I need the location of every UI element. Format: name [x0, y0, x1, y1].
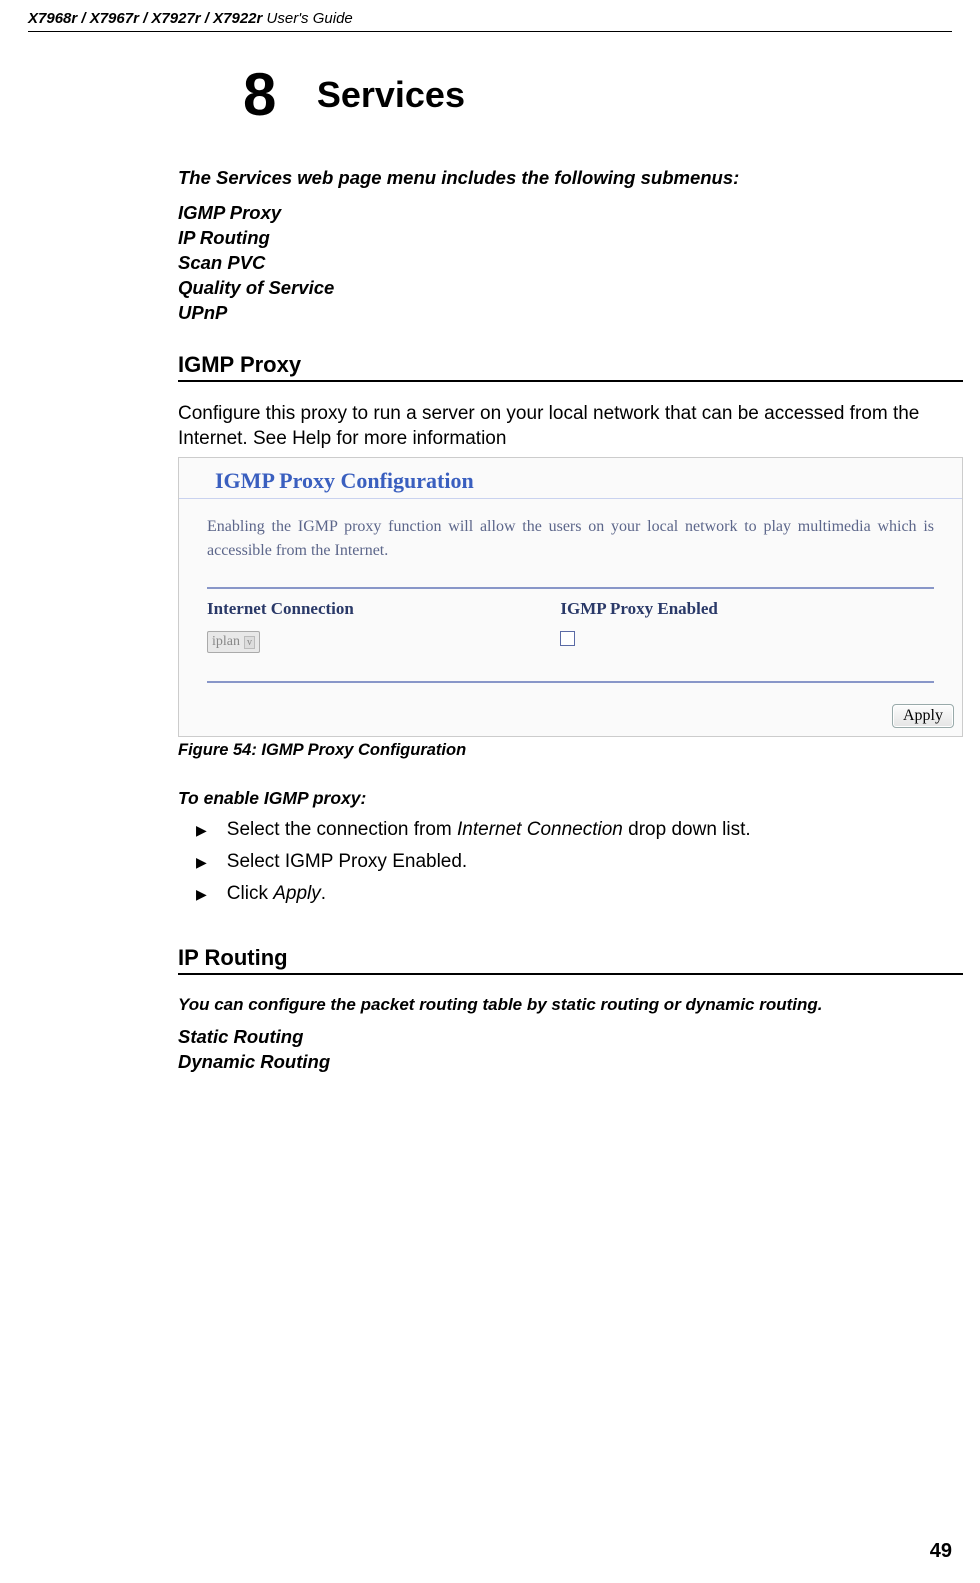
step-text: Select the connection from Internet Conn… [227, 819, 751, 841]
apply-button[interactable]: Apply [892, 704, 954, 728]
chapter-heading: 8 Services [178, 60, 963, 129]
chapter-title: Services [317, 74, 465, 116]
internet-connection-label: Internet Connection [207, 599, 556, 619]
submenu-item: Quality of Service [178, 276, 963, 301]
screenshot-title: IGMP Proxy Configuration [179, 458, 962, 499]
steps-heading: To enable IGMP proxy: [178, 788, 963, 809]
submenu-item: IGMP Proxy [178, 201, 963, 226]
step-item: ▶ Click Apply. [196, 883, 963, 905]
submenu-item: UPnP [178, 301, 963, 326]
section-heading-iprouting: IP Routing [178, 945, 963, 975]
submenu-item: IP Routing [178, 226, 963, 251]
internet-connection-select[interactable]: iplan v [207, 631, 260, 653]
routing-item: Dynamic Routing [178, 1050, 963, 1075]
bullet-icon: ▶ [196, 854, 207, 873]
screenshot-description: Enabling the IGMP proxy function will al… [179, 515, 962, 563]
section-heading-igmp: IGMP Proxy [178, 352, 963, 382]
submenu-item: Scan PVC [178, 251, 963, 276]
page-number: 49 [930, 1540, 952, 1563]
figure-caption: Figure 54: IGMP Proxy Configuration [178, 741, 963, 760]
step-item: ▶ Select the connection from Internet Co… [196, 819, 963, 841]
select-value: iplan [212, 634, 240, 650]
screenshot-igmp-config: IGMP Proxy Configuration Enabling the IG… [178, 457, 963, 737]
step-text: Click Apply. [227, 883, 326, 905]
bullet-icon: ▶ [196, 886, 207, 905]
page-header: X7968r / X7967r / X7927r / X7922r User's… [28, 10, 952, 32]
igmp-enabled-label: IGMP Proxy Enabled [560, 599, 909, 619]
chapter-number: 8 [243, 60, 276, 129]
section-body: Configure this proxy to run a server on … [178, 402, 963, 451]
igmp-enabled-checkbox[interactable] [560, 631, 575, 646]
header-models: X7968r / X7967r / X7927r / X7922r [28, 10, 262, 27]
routing-item: Static Routing [178, 1025, 963, 1050]
step-text: Select IGMP Proxy Enabled. [227, 851, 467, 873]
step-item: ▶ Select IGMP Proxy Enabled. [196, 851, 963, 873]
bullet-icon: ▶ [196, 822, 207, 841]
section2-intro: You can configure the packet routing tab… [178, 995, 963, 1015]
intro-text: The Services web page menu includes the … [178, 167, 963, 189]
header-guide: User's Guide [262, 10, 352, 27]
chevron-down-icon: v [244, 636, 255, 649]
